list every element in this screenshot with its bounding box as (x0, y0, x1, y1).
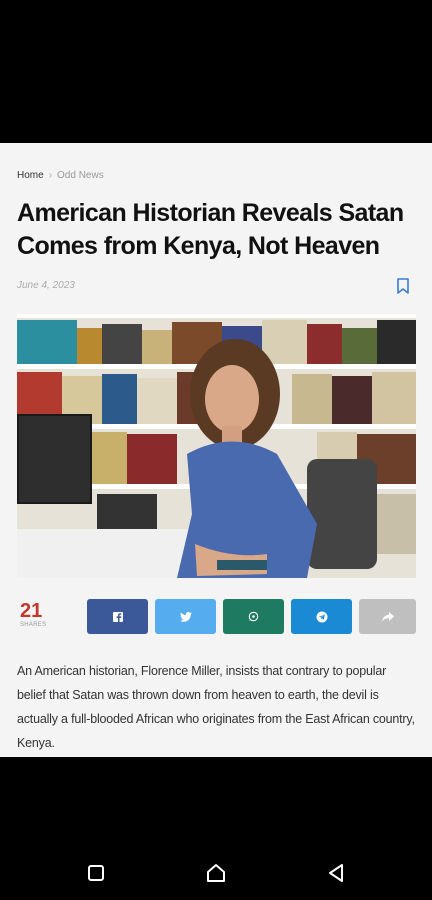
share-arrow-icon (381, 611, 394, 622)
breadcrumb-separator: › (48, 170, 53, 181)
telegram-icon (316, 611, 328, 623)
system-navigation-bar (0, 757, 432, 900)
article-page: Home › Odd News American Historian Reveals… (0, 143, 432, 757)
share-count: 21 (20, 600, 43, 622)
share-count-label: SHARES (20, 622, 47, 628)
share-whatsapp-button[interactable] (223, 599, 284, 634)
article-headline: American Historian Reveals Satan Comes f… (17, 199, 404, 260)
back-triangle-icon (324, 864, 348, 889)
home-icon (204, 864, 228, 889)
share-telegram-button[interactable] (291, 599, 352, 634)
share-counter: 21 SHARES (20, 600, 70, 628)
bookmark-icon[interactable] (396, 278, 410, 294)
article-date: June 4, 2023 (17, 280, 75, 291)
breadcrumb-category-link[interactable]: Odd News (57, 170, 104, 181)
facebook-icon (112, 611, 123, 622)
share-more-button[interactable] (359, 599, 416, 634)
twitter-icon (179, 611, 192, 622)
home-button[interactable] (204, 861, 228, 885)
breadcrumb: Home › Odd News (17, 170, 104, 181)
share-facebook-button[interactable] (87, 599, 148, 634)
share-twitter-button[interactable] (155, 599, 216, 634)
article-excerpt: An American historian, Florence Miller, … (17, 664, 415, 750)
square-icon (84, 865, 108, 889)
whatsapp-icon (248, 611, 259, 622)
article-photo (17, 314, 416, 578)
recents-button[interactable] (84, 861, 108, 885)
back-button[interactable] (324, 861, 348, 885)
status-bar-area (0, 0, 432, 143)
breadcrumb-home-link[interactable]: Home (17, 170, 44, 181)
